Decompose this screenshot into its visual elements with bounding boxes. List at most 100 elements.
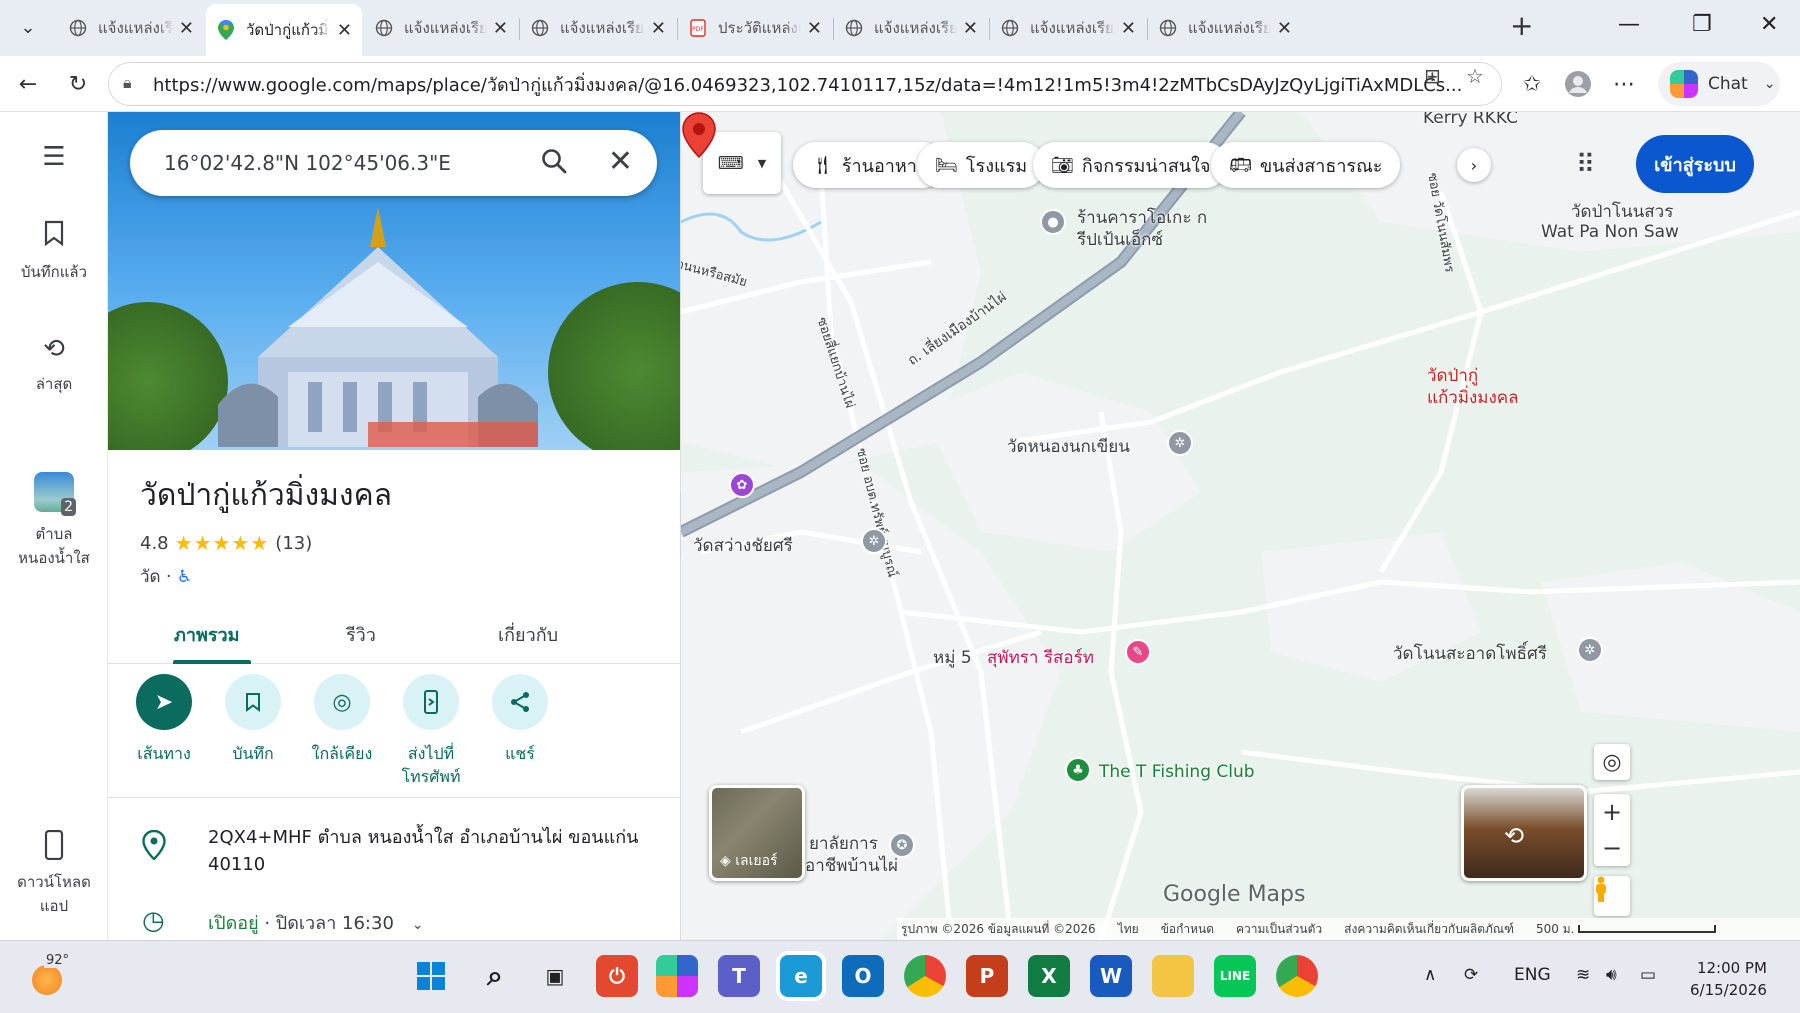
- chevron-right-icon[interactable]: ›: [1457, 148, 1491, 182]
- browser-tab[interactable]: แจ้งแหล่งเรียนรู้ ✕: [58, 6, 204, 50]
- input-language[interactable]: ENG: [1514, 965, 1551, 985]
- temple-poi-icon[interactable]: ✲: [861, 528, 887, 554]
- place-hero-photo[interactable]: 16°02'42.8"N 102°45'06.3"E ✕: [108, 112, 680, 450]
- windows-start-icon[interactable]: [410, 955, 452, 997]
- restore-window-icon[interactable]: ❐: [1692, 12, 1712, 37]
- rail-recent-button[interactable]: ⟲ ล่าสุด: [0, 332, 108, 396]
- map-label-selected[interactable]: แก้วมิ่งมงคล: [1427, 384, 1519, 411]
- temple-poi-icon[interactable]: ✲: [1577, 637, 1603, 663]
- fishing-poi-icon[interactable]: ♣: [1065, 757, 1091, 783]
- send-to-phone-button[interactable]: ส่งไปที่ โทรศัพท์: [381, 674, 481, 788]
- app-available-icon[interactable]: ⊞: [1424, 64, 1441, 88]
- teams-icon[interactable]: T: [718, 955, 760, 997]
- new-tab-button[interactable]: +: [1510, 12, 1533, 40]
- close-tab-icon[interactable]: ✕: [179, 18, 194, 39]
- search-box[interactable]: 16°02'42.8"N 102°45'06.3"E ✕: [130, 130, 657, 196]
- word-icon[interactable]: W: [1090, 955, 1132, 997]
- close-tab-icon[interactable]: ✕: [963, 18, 978, 39]
- tab-overview[interactable]: ภาพรวม: [174, 620, 239, 649]
- lock-icon[interactable]: 🔒︎: [123, 73, 132, 93]
- school-poi-icon[interactable]: ✪: [889, 832, 915, 858]
- map-label[interactable]: รีปเป้นเอ็กซ์: [1077, 226, 1163, 253]
- map-label[interactable]: Wat Pa Non Saw: [1541, 222, 1679, 242]
- copilot-chat-button[interactable]: Chat ⌄: [1658, 62, 1780, 106]
- close-tab-icon[interactable]: ✕: [1121, 18, 1136, 39]
- poi-marker-icon[interactable]: ●: [1040, 209, 1066, 235]
- tab-reviews[interactable]: รีวิว: [346, 620, 376, 649]
- search-icon[interactable]: ⌕: [474, 955, 516, 997]
- file-explorer-icon[interactable]: [1152, 955, 1194, 997]
- search-input[interactable]: 16°02'42.8"N 102°45'06.3"E: [164, 151, 451, 175]
- profile-avatar[interactable]: [1560, 66, 1596, 102]
- selected-place-pin-icon[interactable]: [681, 112, 717, 158]
- rail-saved-button[interactable]: บันทึกแล้ว: [0, 220, 108, 284]
- nearby-button[interactable]: ◎ ใกล้เคียง: [292, 674, 392, 765]
- outlook-icon[interactable]: O: [842, 955, 884, 997]
- menu-icon[interactable]: ☰: [0, 140, 108, 180]
- chrome-icon[interactable]: [904, 955, 946, 997]
- browser-tab-active[interactable]: วัดป่ากู่แก้วมิ่งมงคล ✕: [206, 4, 362, 56]
- edge-icon[interactable]: e: [780, 955, 822, 997]
- map-label[interactable]: วัดป่าโนนสวร: [1571, 198, 1673, 225]
- volume-icon[interactable]: 🔊︎: [1606, 965, 1617, 985]
- tab-about[interactable]: เกี่ยวกับ: [498, 620, 558, 649]
- clear-search-icon[interactable]: ✕: [608, 144, 633, 179]
- my-location-icon[interactable]: ◎: [1594, 744, 1630, 780]
- office-app-icon[interactable]: ⏻: [596, 955, 638, 997]
- wifi-icon[interactable]: ≋: [1576, 965, 1590, 985]
- minimize-icon[interactable]: —: [1618, 12, 1640, 37]
- browser-tab[interactable]: แจ้งแหล่งเรียนรู้ ✕: [1148, 6, 1302, 50]
- sync-icon[interactable]: ⟳: [1464, 965, 1478, 985]
- chrome-profile-icon[interactable]: [1276, 955, 1318, 997]
- task-view-icon[interactable]: ▣: [534, 955, 576, 997]
- browser-tab[interactable]: แจ้งแหล่งเรียนรู้ ✕: [834, 6, 988, 50]
- street-view-thumbnail[interactable]: ⟲: [1461, 785, 1587, 881]
- close-tab-icon[interactable]: ✕: [1277, 18, 1292, 39]
- feedback-link[interactable]: ส่งความคิดเห็นเกี่ยวกับผลิตภัณฑ์: [1344, 920, 1514, 939]
- line-app-icon[interactable]: LINE: [1214, 955, 1256, 997]
- close-tab-icon[interactable]: ✕: [337, 20, 352, 41]
- battery-icon[interactable]: ▭: [1640, 965, 1656, 985]
- scale-bar[interactable]: 500 ม.: [1536, 920, 1717, 939]
- review-count[interactable]: (13): [275, 533, 312, 554]
- layers-button[interactable]: ◈ เลเยอร์: [709, 785, 805, 881]
- close-tab-icon[interactable]: ✕: [651, 18, 666, 39]
- map-label[interactable]: The T Fishing Club: [1099, 762, 1255, 782]
- temple-poi-icon[interactable]: ✲: [1167, 430, 1193, 456]
- chip-things-to-do[interactable]: 📷︎ กิจกรรมน่าสนใจ: [1033, 142, 1229, 188]
- system-clock[interactable]: 12:00 PM 6/15/2026: [1690, 957, 1767, 1001]
- map-label[interactable]: วัดสว่างชัยศรี: [693, 532, 793, 559]
- resort-poi-icon[interactable]: ✎: [1125, 639, 1151, 665]
- zoom-out-button[interactable]: −: [1594, 830, 1630, 866]
- map-label[interactable]: สุพัทรา รีสอร์ท: [987, 644, 1094, 671]
- favorite-star-icon[interactable]: ☆: [1466, 64, 1484, 88]
- language-link[interactable]: ไทย: [1118, 920, 1139, 939]
- browser-tab[interactable]: แจ้งแหล่งเรียนรู้ ✕: [364, 6, 518, 50]
- address-bar[interactable]: 🔒︎ https://www.google.com/maps/place/วัด…: [108, 62, 1502, 106]
- close-tab-icon[interactable]: ✕: [807, 18, 822, 39]
- browser-tab[interactable]: แจ้งแหล่งเรียนรู้ ✕: [520, 6, 676, 50]
- rail-recent-place[interactable]: 2 ตำบล หนองน้ำใส: [0, 472, 108, 570]
- rail-download-app[interactable]: ดาวน์โหลด แอป: [0, 829, 108, 918]
- close-window-icon[interactable]: ✕: [1760, 12, 1778, 37]
- browser-tab[interactable]: แจ้งแหล่งเรียนรู้ ✕: [990, 6, 1146, 50]
- pegman-icon[interactable]: [1594, 876, 1630, 916]
- search-icon[interactable]: [541, 148, 567, 181]
- excel-icon[interactable]: X: [1028, 955, 1070, 997]
- google-apps-icon[interactable]: ⠿: [1576, 150, 1595, 180]
- map-label[interactable]: อาชีพบ้านไผ่: [805, 852, 898, 879]
- powerpoint-icon[interactable]: P: [966, 955, 1008, 997]
- zoom-in-button[interactable]: +: [1594, 794, 1630, 830]
- privacy-link[interactable]: ความเป็นส่วนตัว: [1236, 920, 1322, 939]
- map-label[interactable]: Kerry RKKC: [1423, 112, 1518, 128]
- browser-tab[interactable]: PDF ประวัติแหล่งเรียน ✕: [678, 6, 832, 50]
- sign-in-button[interactable]: เข้าสู่ระบบ: [1636, 135, 1754, 193]
- tab-actions-menu-icon[interactable]: ⌄: [10, 9, 46, 45]
- close-tab-icon[interactable]: ✕: [493, 18, 508, 39]
- terms-link[interactable]: ข้อกำหนด: [1161, 920, 1214, 939]
- refresh-icon[interactable]: ↻: [60, 66, 96, 102]
- map-canvas[interactable]: ⌨ ▼ 🍴︎ ร้านอาหาร 🛏︎ โรงแรม 📷︎ กิจกรรมน่าสนใจ…: [681, 112, 1800, 940]
- share-button[interactable]: แชร์: [470, 674, 570, 765]
- more-menu-icon[interactable]: ⋯: [1606, 66, 1642, 102]
- favorites-icon[interactable]: ✩: [1514, 66, 1550, 102]
